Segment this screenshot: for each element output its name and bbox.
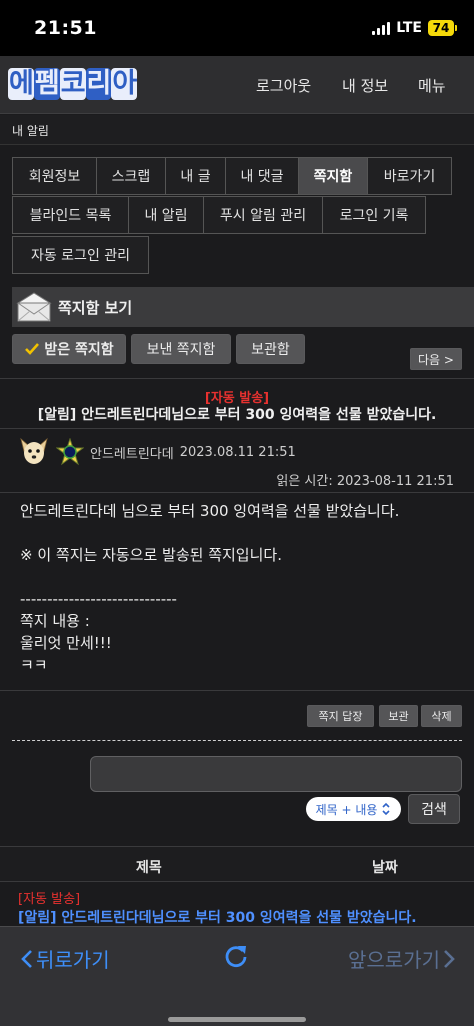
sent-button[interactable]: 보낸 쪽지함 (131, 334, 231, 364)
tab-my-alerts[interactable]: 내 알림 (128, 196, 204, 234)
divider (0, 428, 474, 429)
read-time: 읽은 시간: 2023-08-11 21:51 (276, 474, 454, 489)
home-indicator (168, 1017, 306, 1022)
body-line: 쪽지 내용 : (20, 612, 90, 630)
status-time: 21:51 (34, 17, 97, 39)
dashed-divider (12, 740, 462, 741)
status-bar: 21:51 LTE 74 (0, 0, 474, 56)
body-line: ㅋㅋ (20, 656, 48, 674)
message-body: 안드레트린다데 님으로 부터 300 잉여력을 선물 받았습니다. ※ 이 쪽지… (20, 500, 460, 676)
site-header: 에펨코리아 로그아웃 내 정보 메뉴 (0, 56, 474, 114)
next-button[interactable]: 다음 > (410, 348, 462, 370)
list-header: 제목 날짜 (0, 846, 474, 882)
breadcrumb: 내 알림 (12, 124, 49, 138)
tab-login-history[interactable]: 로그인 기록 (322, 196, 426, 234)
inbox-button[interactable]: 받은 쪽지함 (12, 334, 126, 364)
body-line: ※ 이 쪽지는 자동으로 발송된 쪽지입니다. (20, 546, 282, 564)
reply-button[interactable]: 쪽지 답장 (307, 705, 374, 727)
keep-button[interactable]: 보관 (379, 705, 418, 727)
delete-button[interactable]: 삭제 (421, 705, 462, 727)
body-line: 울리엇 만세!!! (20, 634, 112, 652)
body-line: ----------------------------- (20, 590, 177, 608)
search-scope-select[interactable]: 제목 + 내용 (306, 797, 401, 821)
check-icon (25, 343, 40, 355)
message-date: 2023.08.11 21:51 (179, 444, 296, 460)
site-logo[interactable]: 에펨코리아 (8, 68, 138, 100)
body-line (20, 566, 460, 588)
body-line (20, 522, 460, 544)
signal-icon (372, 21, 391, 35)
forward-button[interactable]: 앞으로가기 (348, 944, 456, 973)
msgbox-title: 쪽지함 보기 (58, 299, 133, 317)
list-item-subject[interactable]: [알림] 안드레트린다데님으로 부터 300 잉여력을 선물 받았습니다. (18, 907, 417, 927)
message-subject: [알림] 안드레트린다데님으로 부터 300 잉여력을 선물 받았습니다. (37, 407, 437, 423)
tab-member-info[interactable]: 회원정보 (12, 157, 97, 195)
tab-push-settings[interactable]: 푸시 알림 관리 (203, 196, 323, 234)
logout-link[interactable]: 로그아웃 (256, 75, 311, 96)
sender-row: 안드레트린다데 2023.08.11 21:51 (18, 436, 296, 468)
archive-button[interactable]: 보관함 (236, 334, 305, 364)
tab-messages[interactable]: 쪽지함 (298, 157, 368, 195)
tab-blind-list[interactable]: 블라인드 목록 (12, 196, 129, 234)
search-input[interactable] (90, 756, 462, 792)
star-badge-icon (56, 438, 84, 466)
envelope-icon (16, 292, 52, 322)
sender-name[interactable]: 안드레트린다데 (90, 443, 174, 462)
tab-my-posts[interactable]: 내 글 (165, 157, 226, 195)
search-button[interactable]: 검색 (408, 794, 460, 824)
battery-icon: 74 (428, 20, 457, 36)
my-info-link[interactable]: 내 정보 (342, 75, 388, 96)
column-date: 날짜 (372, 860, 398, 876)
tab-shortcuts[interactable]: 바로가기 (367, 157, 452, 195)
divider (0, 690, 474, 691)
network-label: LTE (396, 20, 422, 36)
back-button[interactable]: 뒤로가기 (20, 944, 110, 973)
column-title: 제목 (136, 860, 162, 876)
body-line: 안드레트린다데 님으로 부터 300 잉여력을 선물 받았습니다. (20, 502, 400, 520)
msgbox-header: 쪽지함 보기 (12, 287, 474, 327)
breadcrumb-bar: 내 알림 (0, 115, 474, 145)
divider (0, 492, 474, 493)
chevron-left-icon (21, 949, 32, 968)
status-indicators: LTE 74 (372, 20, 457, 36)
chevron-right-icon (444, 949, 455, 968)
chevron-updown-icon (382, 802, 390, 816)
reload-icon[interactable] (223, 943, 249, 969)
menu-link[interactable]: 메뉴 (418, 75, 446, 96)
list-item-tag: [자동 발송] (18, 892, 81, 907)
tab-auto-login[interactable]: 자동 로그인 관리 (12, 236, 149, 274)
tab-scrap[interactable]: 스크랩 (96, 157, 166, 195)
dog-avatar-icon (20, 437, 48, 464)
tab-my-comments[interactable]: 내 댓글 (225, 157, 299, 195)
browser-toolbar: 뒤로가기 앞으로가기 (0, 926, 474, 1026)
divider (0, 378, 474, 379)
